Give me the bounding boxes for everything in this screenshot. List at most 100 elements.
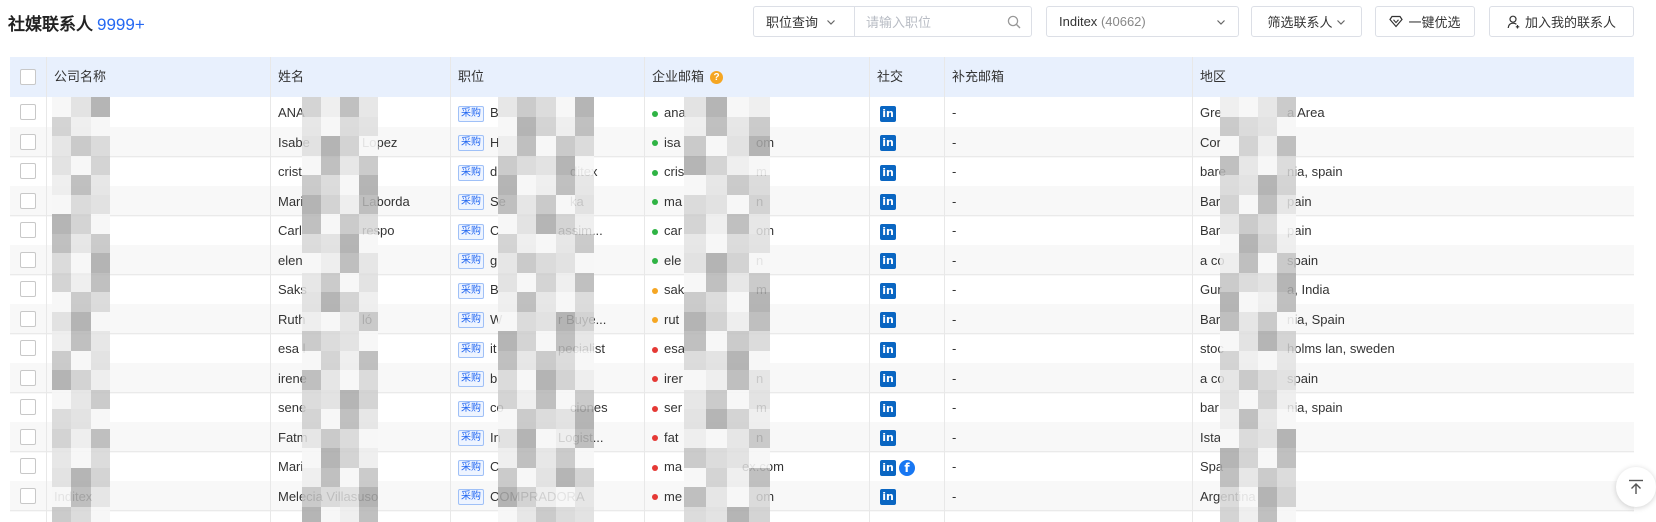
linkedin-icon[interactable]: in <box>880 105 896 122</box>
row-checkbox[interactable] <box>20 192 36 209</box>
extra-email-text: - <box>952 193 957 209</box>
row-checkbox[interactable] <box>20 310 36 327</box>
extra-email-cell: - <box>944 156 1192 187</box>
social-cell: in <box>869 156 944 187</box>
row-checkbox[interactable] <box>20 251 36 268</box>
row-checkbox[interactable] <box>20 340 36 356</box>
linkedin-icon[interactable]: in <box>880 282 896 299</box>
filter-contacts-button[interactable]: 筛选联系人 <box>1251 6 1362 37</box>
page-title-text: 社媒联系人 <box>8 15 93 34</box>
department-tag: 采购 <box>458 371 484 388</box>
department-tag: 采购 <box>458 105 484 122</box>
table-row[interactable]: IsabeLopez采购Hisaomin-Cor <box>10 126 1634 158</box>
column-header-company[interactable]: 公司名称 <box>46 57 106 97</box>
column-header-social[interactable]: 社交 <box>869 57 903 97</box>
table-row[interactable]: Ruthló采购Wr Buye...rutin-Barnia, Spain <box>10 303 1634 335</box>
extra-email-text: - <box>952 164 957 179</box>
linkedin-icon[interactable]: in <box>880 430 896 447</box>
department-tag: 采购 <box>458 194 484 211</box>
smart-select-button[interactable]: 一键优选 <box>1375 6 1475 37</box>
social-cell: in <box>869 333 944 364</box>
linkedin-icon[interactable]: in <box>880 164 896 181</box>
linkedin-icon[interactable]: in <box>880 223 896 240</box>
table-row[interactable]: InditexMelecia Villasuso采购COMPRADORAmeom… <box>10 480 1634 512</box>
row-checkbox[interactable] <box>20 487 36 504</box>
row-checkbox[interactable] <box>20 133 36 150</box>
table-row[interactable]: elen采购gelenin-a cospain <box>10 244 1634 276</box>
linkedin-icon[interactable]: in <box>880 341 896 358</box>
linkedin-icon[interactable]: in <box>880 371 896 388</box>
company-select[interactable]: Inditex (40662) <box>1046 6 1239 37</box>
column-header-extra-email[interactable]: 补充邮箱 <box>944 57 1004 97</box>
linkedin-icon[interactable]: in <box>880 135 896 152</box>
job-search-placeholder: 请输入职位 <box>866 15 932 30</box>
add-to-my-contacts-button[interactable]: 加入我的联系人 <box>1489 6 1634 37</box>
extra-email-cell: - <box>944 363 1192 394</box>
email-text: ma <box>664 193 683 209</box>
table-row[interactable]: sene采购cocionessermin-barnia, spain <box>10 392 1634 423</box>
extra-email-text: - <box>952 341 957 356</box>
column-divider <box>644 57 645 522</box>
row-checkbox[interactable] <box>20 222 36 238</box>
linkedin-icon[interactable]: in <box>880 400 896 417</box>
row-checkbox[interactable] <box>20 369 36 386</box>
social-cell: in <box>869 422 944 453</box>
facebook-icon[interactable]: f <box>899 459 915 476</box>
table-row[interactable]: MariLaborda采购Sekamanin-Barpain <box>10 185 1634 217</box>
help-icon[interactable]: ? <box>710 71 724 85</box>
redaction-mosaic <box>52 97 110 522</box>
linkedin-icon[interactable]: in <box>880 459 896 476</box>
social-cell: in <box>869 363 944 394</box>
social-cell: in <box>869 481 944 512</box>
email-status-dot <box>652 435 658 442</box>
table-row[interactable]: crist采购dditexcrismin-barenia, spain <box>10 156 1634 187</box>
column-header-name[interactable]: 姓名 <box>270 57 304 97</box>
table-row[interactable]: Fatm采购InLogist...fatnin-Ista <box>10 421 1634 453</box>
redaction-mosaic <box>1220 97 1296 522</box>
linkedin-icon[interactable]: in <box>880 194 896 211</box>
linkedin-icon[interactable]: in <box>880 312 896 329</box>
extra-email-cell: - <box>944 422 1192 453</box>
linkedin-icon[interactable]: in <box>880 253 896 270</box>
email-status-dot <box>652 169 658 176</box>
row-checkbox[interactable] <box>20 281 36 297</box>
table-row[interactable]: ANA 采购 Bana in - Gre a Area <box>10 97 1634 128</box>
row-checkbox[interactable] <box>20 399 36 415</box>
column-header-company-email[interactable]: 企业邮箱? <box>644 57 724 97</box>
toolbar: 社媒联系人 9999+ 职位查询 请输入职位 Inditex (40662) 筛选… <box>0 0 1656 44</box>
search-icon[interactable] <box>1007 15 1021 29</box>
select-all-checkbox[interactable] <box>20 69 36 85</box>
table-row[interactable]: Carlrespo采购Cassim...caromin-Barpain <box>10 215 1634 246</box>
column-divider <box>869 57 870 522</box>
email-status-dot <box>652 494 658 501</box>
contact-count: 9999+ <box>97 15 145 34</box>
department-tag: 采购 <box>458 459 484 476</box>
position-text: b <box>490 370 498 386</box>
row-checkbox[interactable] <box>20 428 36 445</box>
column-header-position[interactable]: 职位 <box>450 57 484 97</box>
region-text: Bar <box>1200 311 1221 327</box>
column-header-region[interactable]: 地区 <box>1192 57 1226 97</box>
column-divider <box>944 57 945 522</box>
table-row[interactable]: Saks采购Bsakmin-Gura, India <box>10 274 1634 305</box>
back-to-top-button[interactable] <box>1616 467 1656 507</box>
extra-email-cell: - <box>944 215 1192 246</box>
extra-email-text: - <box>952 134 957 150</box>
extra-email-text: - <box>952 223 957 238</box>
job-query-select[interactable]: 职位查询 <box>753 6 854 37</box>
row-checkbox[interactable] <box>20 104 36 120</box>
table-row[interactable]: esa l采购itpecialistesain-stocholms lan, s… <box>10 333 1634 364</box>
job-search-input[interactable]: 请输入职位 <box>854 6 1032 37</box>
social-cell: in <box>869 304 944 335</box>
table-row[interactable]: irene采购birernin-a cospain <box>10 362 1634 394</box>
linkedin-icon[interactable]: in <box>880 489 896 506</box>
extra-email-cell: - <box>944 97 1192 128</box>
row-checkbox[interactable] <box>20 458 36 474</box>
department-tag: 采购 <box>458 282 484 299</box>
diamond-icon <box>1389 15 1404 28</box>
page-title: 社媒联系人 9999+ <box>8 10 145 35</box>
extra-email-cell: - <box>944 127 1192 158</box>
department-tag: 采购 <box>458 430 484 447</box>
row-checkbox[interactable] <box>20 163 36 179</box>
table-row[interactable]: Mari采购Cmaex.cominf-Spa <box>10 451 1634 482</box>
